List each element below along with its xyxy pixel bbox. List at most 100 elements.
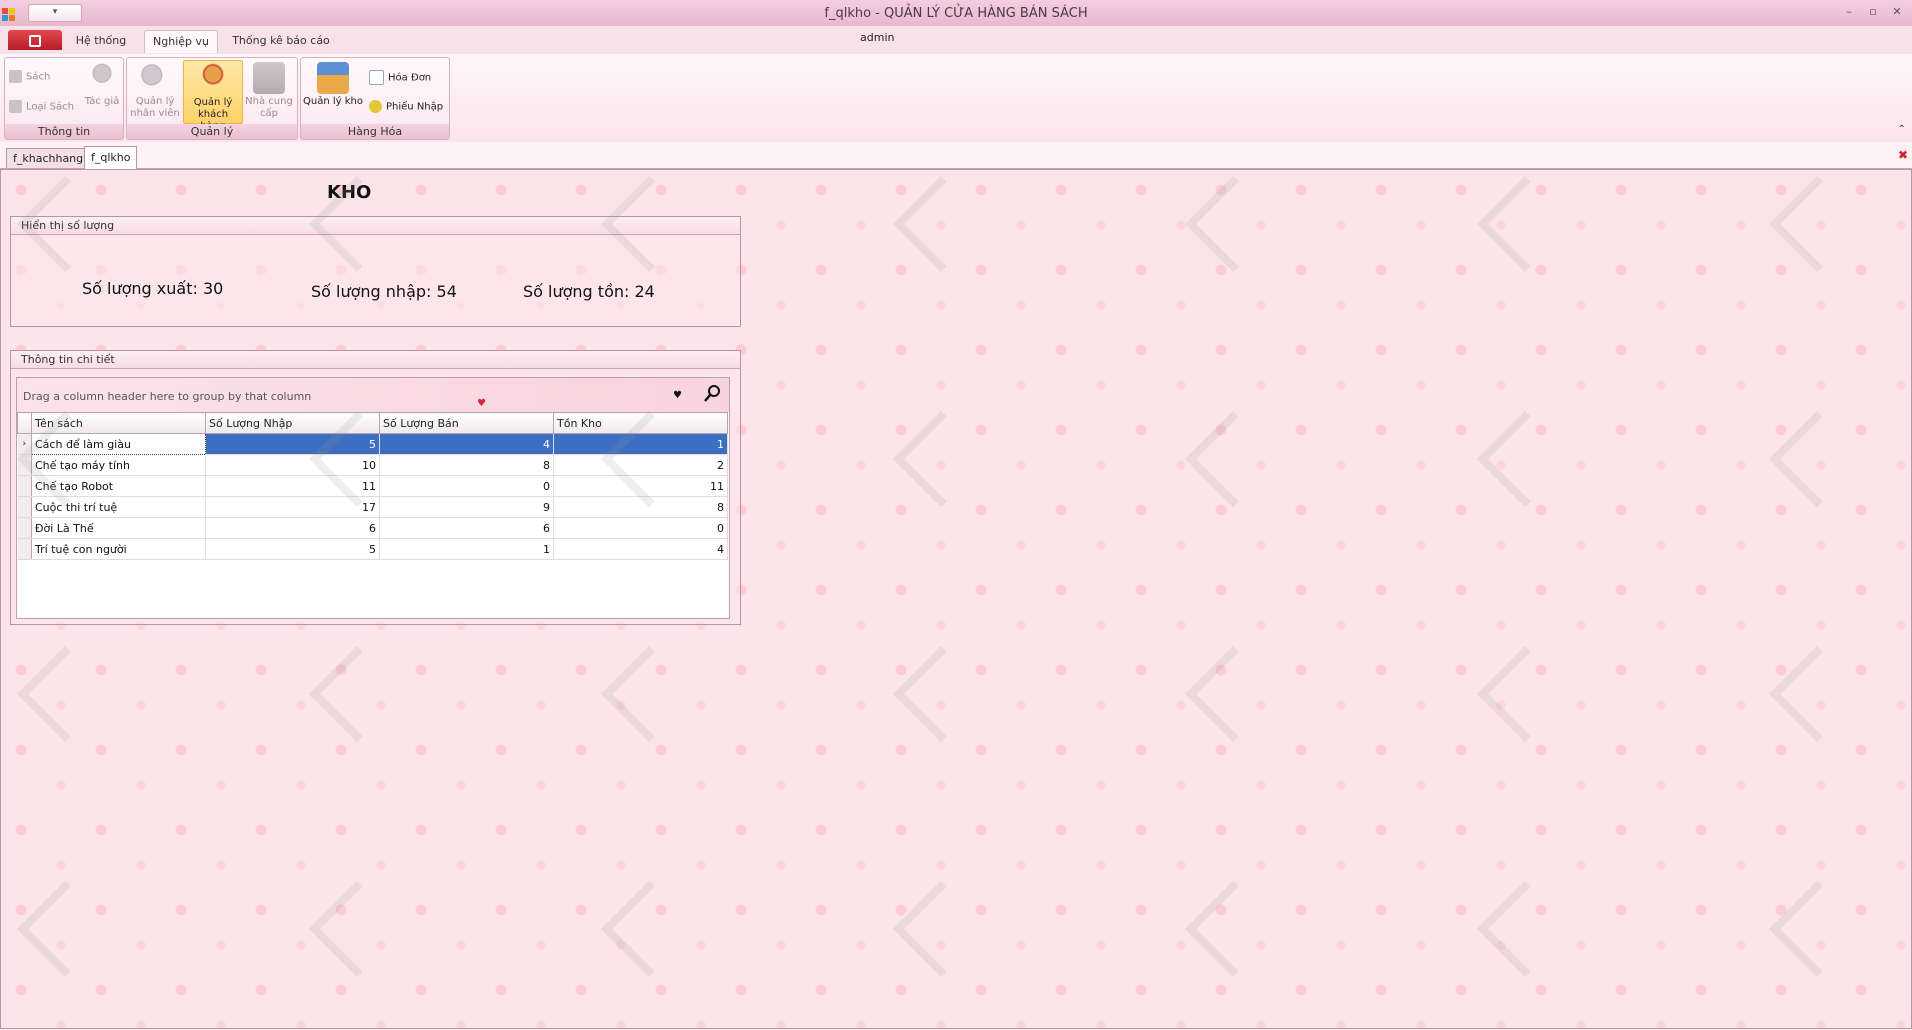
- cell-ten-sach[interactable]: Trí tuệ con người: [31, 538, 206, 560]
- collapse-ribbon-icon[interactable]: ⌃: [1898, 124, 1906, 135]
- book-icon: [9, 70, 22, 83]
- cell-ten-sach[interactable]: Chế tạo máy tính: [31, 454, 206, 476]
- watermark-logo: [600, 645, 698, 743]
- cell-so-luong-nhap[interactable]: 5: [205, 433, 380, 455]
- row-indicator[interactable]: [17, 538, 32, 560]
- heart-decoration: ♥: [673, 390, 682, 401]
- watermark-logo: [892, 410, 990, 508]
- cell-ton-kho[interactable]: 8: [553, 496, 728, 518]
- cell-ten-sach[interactable]: Cuộc thi trí tuệ: [31, 496, 206, 518]
- table-row[interactable]: Cuộc thi trí tuệ 17 9 8: [17, 496, 728, 518]
- form-area: KHO Hiển thị số lượng Số lượng xuất: 30 …: [0, 169, 1912, 1029]
- table-row[interactable]: › Cách để làm giàu 5 4 1: [17, 433, 728, 455]
- cell-ten-sach[interactable]: Chế tạo Robot: [31, 475, 206, 497]
- cell-ton-kho[interactable]: 1: [553, 433, 728, 455]
- cell-so-luong-ban[interactable]: 9: [379, 496, 554, 518]
- customers-icon: [197, 63, 229, 95]
- table-row[interactable]: Trí tuệ con người 5 1 4: [17, 538, 728, 560]
- tab-thong-ke-bao-cao[interactable]: Thống kê báo cáo: [226, 30, 336, 52]
- maximize-button[interactable]: ▫: [1864, 5, 1882, 19]
- group-thong-tin: Sách Loại Sách Tác giả Thông tin: [4, 57, 124, 140]
- so-luong-nhap: Số lượng nhập: 54: [311, 282, 457, 301]
- phieu-nhap-button[interactable]: Phiếu Nhập: [369, 100, 447, 114]
- table-row[interactable]: Đời Là Thế 6 6 0: [17, 517, 728, 539]
- doc-tab-f-khachhang[interactable]: f_khachhang: [6, 148, 91, 168]
- cell-so-luong-nhap[interactable]: 17: [205, 496, 380, 518]
- group-quan-ly: Quản lý nhân viên Quản lý khách hàng Nhà…: [126, 57, 298, 140]
- column-header-so-luong-ban[interactable]: Số Lượng Bán: [379, 412, 554, 434]
- hoa-don-button[interactable]: Hóa Đơn: [369, 70, 447, 85]
- row-indicator[interactable]: [17, 475, 32, 497]
- watermark-logo: [16, 880, 114, 978]
- quan-ly-kho-button[interactable]: Quản lý kho: [303, 60, 363, 108]
- minimize-button[interactable]: –: [1840, 5, 1858, 19]
- group-label-hang-hoa: Hàng Hóa: [301, 124, 449, 139]
- watermark-logo: [892, 175, 990, 273]
- column-header-so-luong-nhap[interactable]: Số Lượng Nhập: [205, 412, 380, 434]
- ribbon: Sách Loại Sách Tác giả Thông tin Quản lý…: [0, 54, 1912, 143]
- watermark-logo: [1768, 880, 1866, 978]
- watermark-logo: [1476, 645, 1574, 743]
- file-menu-button[interactable]: [8, 30, 62, 50]
- cell-ton-kho[interactable]: 2: [553, 454, 728, 476]
- sach-button[interactable]: Sách: [9, 70, 69, 84]
- cell-so-luong-ban[interactable]: 1: [379, 538, 554, 560]
- doc-tab-f-qlkho[interactable]: f_qlkho: [84, 146, 138, 169]
- watermark-logo: [1768, 175, 1866, 273]
- document-tabs: f_khachhang f_qlkho ✖: [0, 142, 1912, 169]
- loai-sach-button[interactable]: Loại Sách: [9, 100, 85, 114]
- watermark-logo: [1184, 175, 1282, 273]
- row-indicator[interactable]: [17, 496, 32, 518]
- column-header-ton-kho[interactable]: Tồn Kho: [553, 412, 728, 434]
- tab-nghiep-vu[interactable]: Nghiệp vụ: [144, 30, 218, 53]
- column-header-ten-sach[interactable]: Tên sách: [31, 412, 206, 434]
- watermark-logo: [1476, 410, 1574, 508]
- watermark-logo: [1768, 645, 1866, 743]
- row-indicator[interactable]: ›: [17, 433, 32, 455]
- watermark-logo: [1768, 410, 1866, 508]
- watermark-logo: [16, 645, 114, 743]
- data-grid[interactable]: Drag a column header here to group by th…: [16, 377, 730, 619]
- cell-so-luong-ban[interactable]: 4: [379, 433, 554, 455]
- close-button[interactable]: ✕: [1888, 5, 1906, 19]
- cell-ton-kho[interactable]: 4: [553, 538, 728, 560]
- quan-ly-khach-hang-button[interactable]: Quản lý khách hàng: [183, 60, 243, 132]
- group-by-panel[interactable]: Drag a column header here to group by th…: [17, 378, 729, 412]
- group-by-hint: Drag a column header here to group by th…: [23, 390, 312, 403]
- supplier-icon: [253, 62, 285, 94]
- watermark-logo: [1184, 410, 1282, 508]
- close-document-icon[interactable]: ✖: [1898, 148, 1908, 162]
- summary-header: Hiển thị số lượng: [11, 217, 740, 235]
- cell-so-luong-ban[interactable]: 0: [379, 475, 554, 497]
- cell-ten-sach[interactable]: Cách để làm giàu: [31, 433, 206, 455]
- cell-so-luong-ban[interactable]: 8: [379, 454, 554, 476]
- tab-he-thong[interactable]: Hệ thống: [68, 30, 134, 52]
- cell-so-luong-nhap[interactable]: 11: [205, 475, 380, 497]
- row-indicator[interactable]: [17, 454, 32, 476]
- employees-icon: [139, 62, 171, 94]
- cell-so-luong-nhap[interactable]: 10: [205, 454, 380, 476]
- table-row[interactable]: Chế tạo Robot 11 0 11: [17, 475, 728, 497]
- tac-gia-button[interactable]: Tác giả: [83, 60, 121, 108]
- cell-so-luong-nhap[interactable]: 6: [205, 517, 380, 539]
- find-icon[interactable]: [703, 384, 721, 404]
- watermark-logo: [1476, 880, 1574, 978]
- warehouse-icon: [317, 62, 349, 94]
- cell-ton-kho[interactable]: 11: [553, 475, 728, 497]
- cell-ten-sach[interactable]: Đời Là Thế: [31, 517, 206, 539]
- cell-so-luong-ban[interactable]: 6: [379, 517, 554, 539]
- category-icon: [9, 100, 22, 113]
- watermark-logo: [308, 880, 406, 978]
- heart-decoration: ♥: [477, 398, 486, 409]
- row-indicator[interactable]: [17, 517, 32, 539]
- nha-cung-cap-button[interactable]: Nhà cung cấp: [243, 60, 295, 120]
- watermark-logo: [892, 645, 990, 743]
- cell-ton-kho[interactable]: 0: [553, 517, 728, 539]
- quan-ly-nhan-vien-button[interactable]: Quản lý nhân viên: [129, 60, 181, 120]
- watermark-logo: [1476, 175, 1574, 273]
- group-label-thong-tin: Thông tin: [5, 124, 123, 139]
- table-row[interactable]: Chế tạo máy tính 10 8 2: [17, 454, 728, 476]
- cell-so-luong-nhap[interactable]: 5: [205, 538, 380, 560]
- ribbon-tab-row: Hệ thống Nghiệp vụ Thống kê báo cáo admi…: [0, 26, 1912, 54]
- so-luong-xuat: Số lượng xuất: 30: [82, 279, 224, 298]
